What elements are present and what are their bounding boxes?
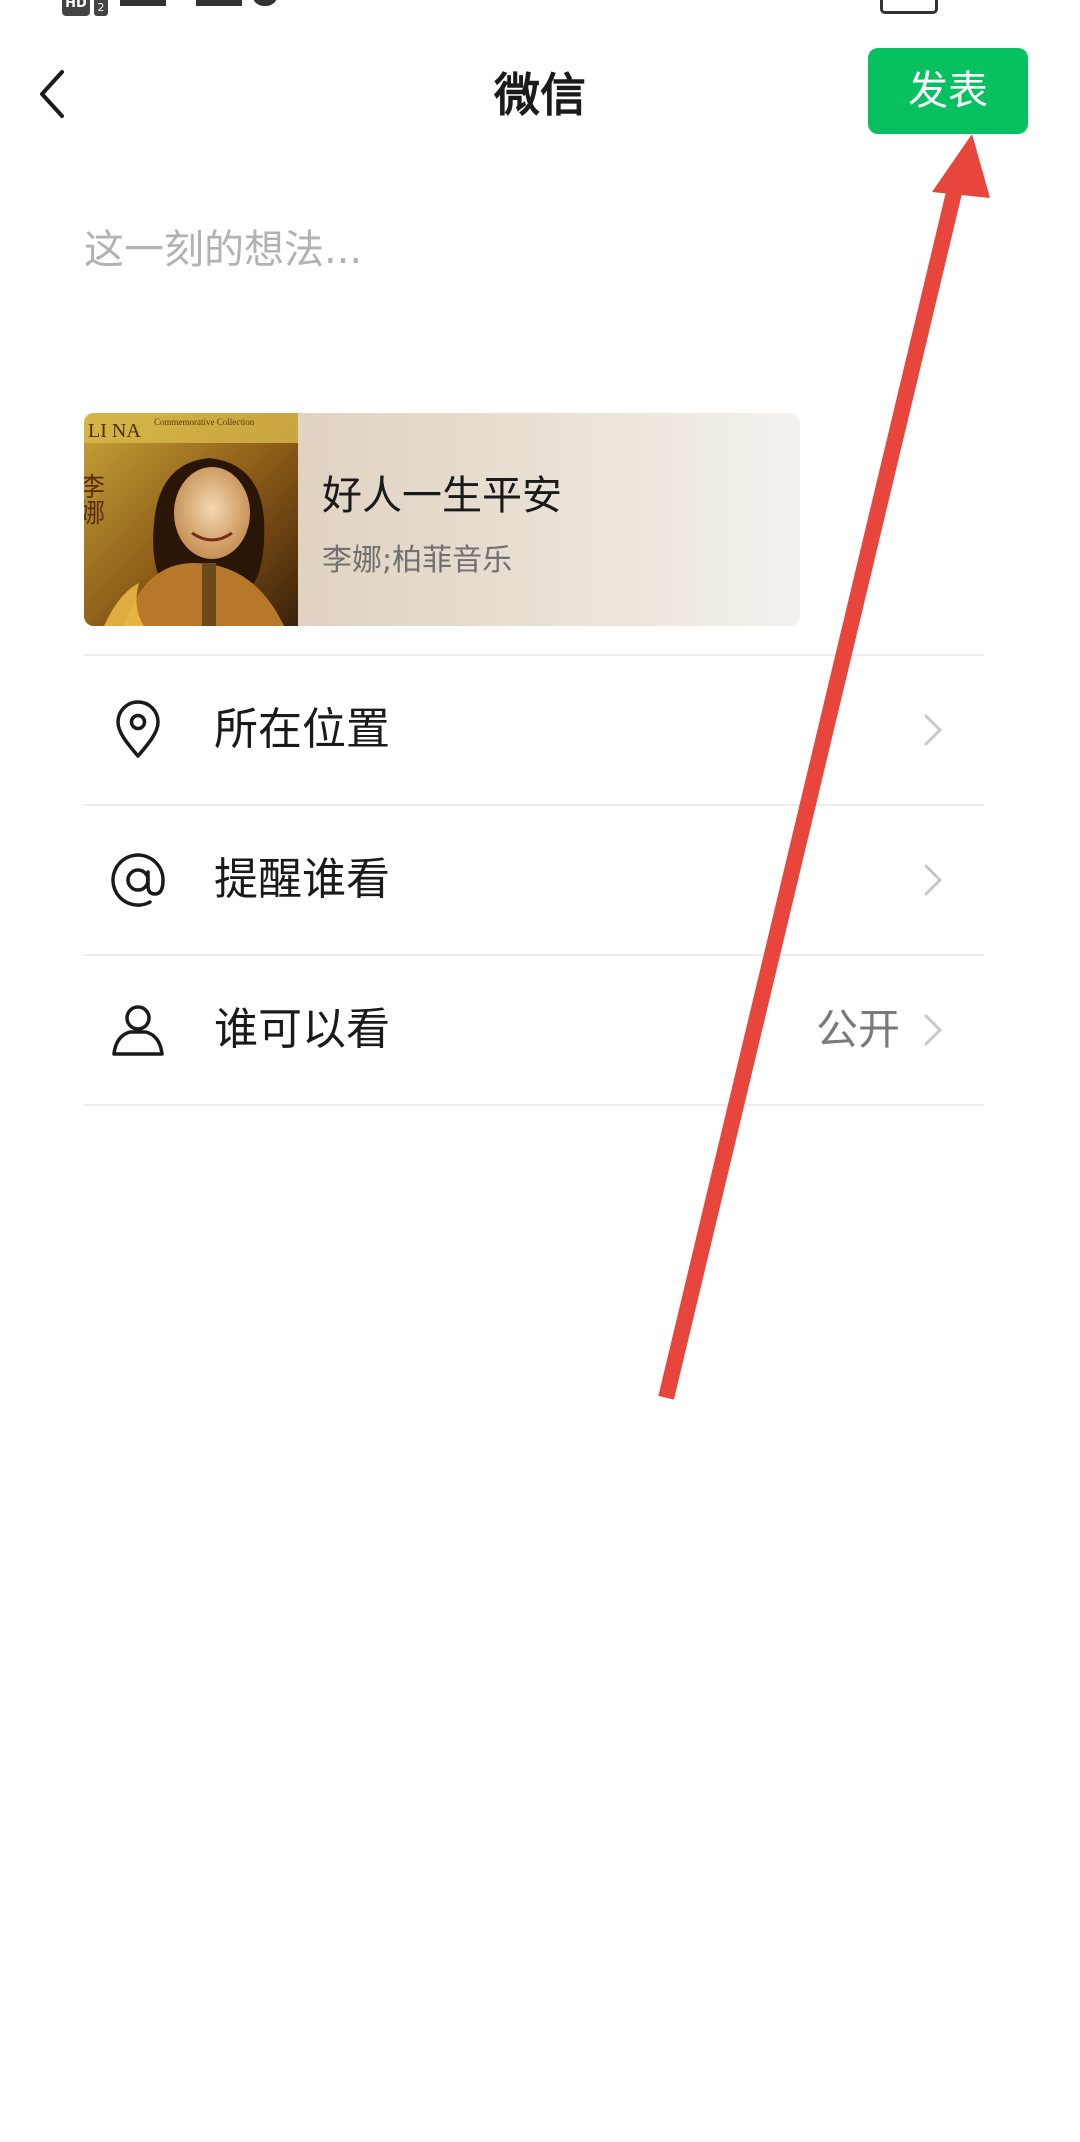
location-row[interactable]: 所在位置 bbox=[84, 656, 984, 804]
location-label: 所在位置 bbox=[214, 704, 390, 755]
at-icon bbox=[111, 853, 165, 907]
mention-row[interactable]: 提醒谁看 bbox=[84, 806, 984, 954]
status-bar: HD 2 bbox=[0, 0, 1080, 20]
back-button[interactable] bbox=[28, 62, 82, 126]
song-title: 好人一生平安 bbox=[322, 473, 562, 519]
thought-input[interactable]: 这一刻的想法... bbox=[84, 215, 984, 285]
signal-icon bbox=[196, 0, 242, 6]
header: 微信 发表 bbox=[0, 40, 1080, 150]
battery-icon bbox=[880, 0, 938, 14]
divider bbox=[84, 1104, 984, 1106]
wifi-icon bbox=[252, 0, 278, 6]
publish-button[interactable]: 发表 bbox=[868, 48, 1028, 134]
album-cover-subtext: Commemorative Collection bbox=[154, 417, 255, 427]
album-cover-text: LI NA bbox=[88, 420, 141, 442]
mention-label: 提醒谁看 bbox=[214, 854, 390, 905]
chevron-right-icon bbox=[924, 864, 942, 896]
album-cover-chinese: 李娜 bbox=[84, 473, 105, 525]
person-icon bbox=[112, 1005, 164, 1056]
visibility-value: 公开 bbox=[815, 1005, 900, 1054]
signal-icon bbox=[120, 0, 166, 6]
chevron-right-icon bbox=[924, 714, 942, 746]
music-card[interactable]: LI NA Commemorative Collection 李娜 好人一生平安… bbox=[84, 413, 800, 626]
visibility-label: 谁可以看 bbox=[214, 1004, 390, 1055]
location-pin-icon bbox=[116, 700, 160, 758]
sim-badge: 2 bbox=[94, 0, 108, 16]
chevron-left-icon bbox=[40, 70, 64, 118]
album-cover-image: LI NA Commemorative Collection 李娜 bbox=[84, 413, 298, 626]
hd-badge: HD bbox=[62, 0, 90, 16]
chevron-right-icon bbox=[924, 1014, 942, 1046]
visibility-row[interactable]: 谁可以看 公开 bbox=[84, 956, 984, 1104]
options-list: 所在位置 提醒谁看 谁可以看 公开 bbox=[84, 654, 984, 1106]
song-artist: 李娜;柏菲音乐 bbox=[322, 543, 513, 578]
